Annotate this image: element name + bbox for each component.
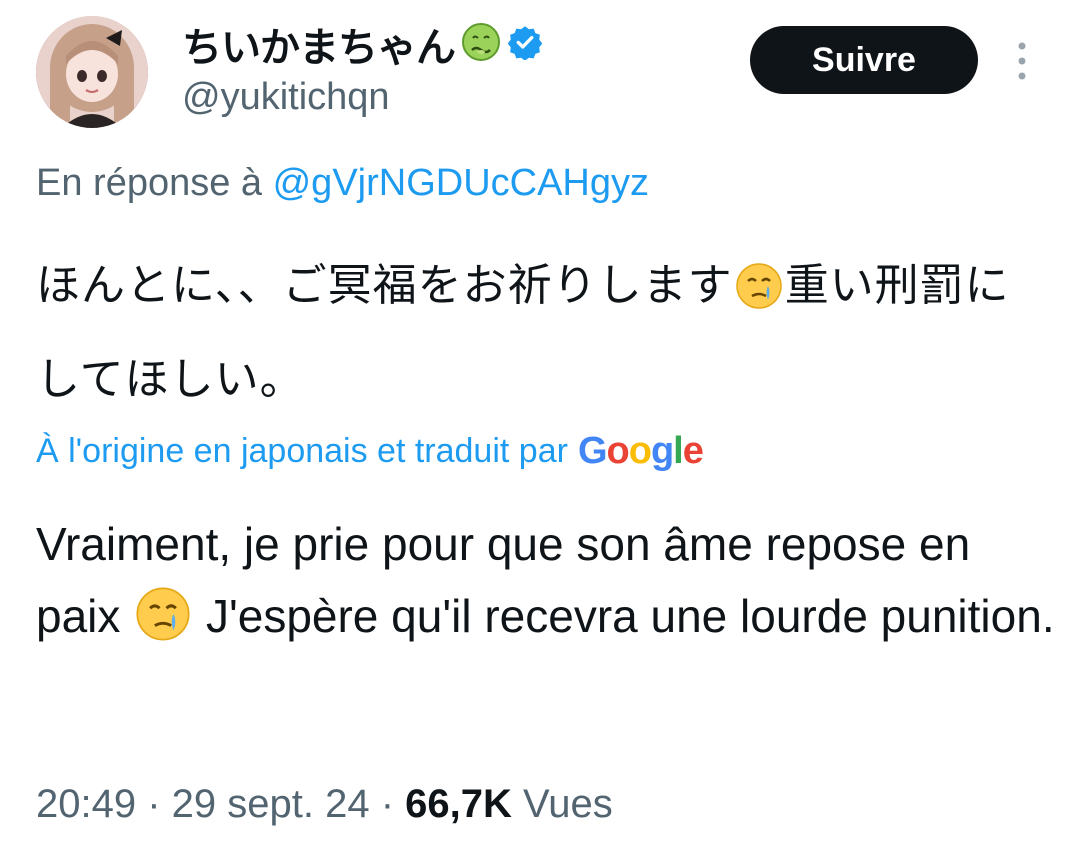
nauseated-face-icon <box>461 22 501 67</box>
reply-prefix: En réponse à <box>36 162 273 204</box>
reply-mention-link[interactable]: @gVjrNGDUcCAHgyz <box>273 162 649 204</box>
tweet-time[interactable]: 20:49 <box>36 782 136 826</box>
more-vertical-icon[interactable] <box>1010 40 1034 82</box>
face-holding-back-tears-icon <box>135 586 191 662</box>
tweet-original-text: ほんとに、、ご冥福をお祈りします 重い刑罰にしてほしい。 <box>36 244 1046 422</box>
views-count: 66,7K <box>405 782 512 826</box>
tweet-detail: ちいかまちゃん @yukitichqn Suivre En réponse à … <box>0 0 1080 858</box>
original-text-part1: ほんとに、、ご冥福をお祈りします <box>36 260 733 311</box>
translation-attribution[interactable]: À l'origine en japonais et traduit par G… <box>36 430 704 473</box>
verified-badge-icon <box>507 24 543 65</box>
reply-context: En réponse à @gVjrNGDUcCAHgyz <box>36 162 649 205</box>
google-logo: Google <box>577 430 704 472</box>
display-name[interactable]: ちいかまちゃん <box>182 15 456 73</box>
tweet-date[interactable]: 29 sept. 24 <box>172 782 370 826</box>
meta-separator: · <box>369 782 406 826</box>
meta-separator: · <box>136 782 172 826</box>
tweet-translated-text: Vraiment, je prie pour que son âme repos… <box>36 508 1056 662</box>
translated-text-part2: J'espère qu'il recevra une lourde puniti… <box>193 590 1055 642</box>
tweet-meta: 20:49 · 29 sept. 24 · 66,7K Vues <box>36 782 613 827</box>
follow-button[interactable]: Suivre <box>750 26 978 94</box>
translation-note-text: À l'origine en japonais et traduit par <box>36 432 568 470</box>
face-holding-back-tears-icon <box>735 254 783 338</box>
avatar-image <box>36 16 148 128</box>
author-handle[interactable]: @yukitichqn <box>182 76 390 119</box>
avatar[interactable] <box>36 16 148 128</box>
views-label: Vues <box>511 782 613 826</box>
author-name-row: ちいかまちゃん <box>182 15 543 73</box>
